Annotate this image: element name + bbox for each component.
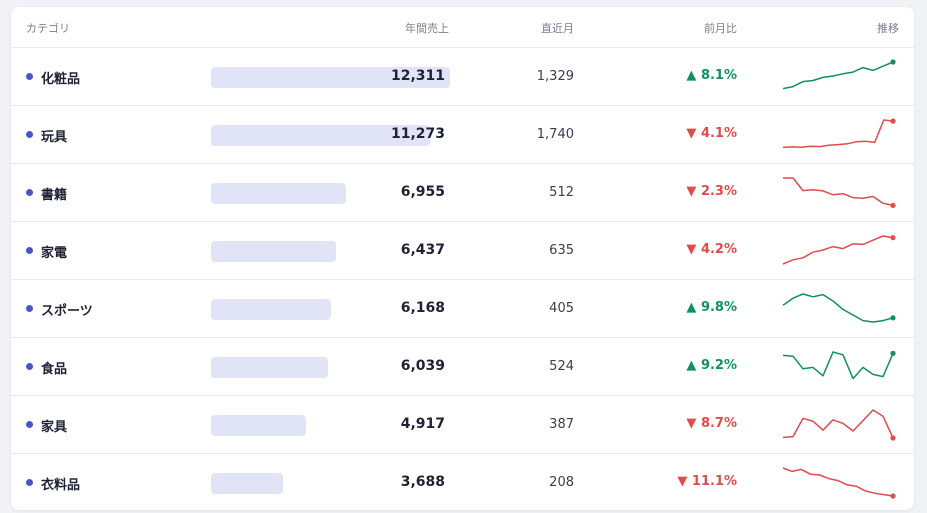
category-name: 家電 [41,246,68,261]
month-over-month-value: ▼ 4.2% [686,242,737,257]
sparkline-endpoint [890,59,896,65]
category-dot [26,479,33,486]
header-recent-month[interactable]: 直近月 [541,20,574,36]
annual-sales-value: 6,955 [400,184,445,200]
recent-month-value: 1,329 [536,69,574,84]
recent-month-value: 208 [549,475,574,490]
trend-sparkline [783,177,896,209]
recent-month-value: 387 [549,417,574,432]
sparkline-path [782,61,894,90]
month-over-month-value: ▼ 2.3% [686,184,737,199]
trend-sparkline [782,467,896,499]
sparkline-endpoint [890,435,896,441]
trend-sparkline [782,350,896,380]
trend-sparkline [782,235,896,265]
recent-month-value: 405 [549,301,574,316]
sparkline-path [782,119,894,149]
annual-sales-value: 6,437 [400,242,445,258]
sparkline-path [782,235,894,265]
category-dot [26,131,33,138]
table-header: カテゴリ 年間売上 直近月 前月比 推移 [11,7,914,48]
annual-sales-bar [211,473,283,494]
recent-month-value: 524 [549,359,574,374]
annual-sales-bar [211,415,306,436]
annual-sales-value: 3,688 [400,474,445,490]
table-row[interactable]: 家具 4,917 387 ▼ 8.7% [11,396,914,454]
sparkline-endpoint [890,202,896,209]
category-dot [26,305,33,312]
month-over-month-value: ▼ 4.1% [686,126,737,141]
category-dot [26,421,33,428]
category-dot [26,189,33,196]
sparkline-endpoint [890,350,896,356]
annual-sales-value: 11,273 [390,126,445,142]
annual-sales-bar [211,299,331,320]
sparkline-endpoint [890,315,896,321]
table-row[interactable]: 書籍 6,955 512 ▼ 2.3% [11,164,914,222]
sparkline-endpoint [890,118,896,124]
sparkline-path [783,177,894,207]
category-name: 食品 [41,362,68,377]
category-dot [26,247,33,254]
category-name: 書籍 [41,188,68,203]
annual-sales-bar [211,357,328,378]
sparkline-path [782,351,894,380]
month-over-month-value: ▼ 8.7% [686,416,737,431]
recent-month-value: 512 [549,185,574,200]
category-name: 玩具 [41,130,68,145]
table-row[interactable]: 玩具 11,273 1,740 ▼ 4.1% [11,106,914,164]
annual-sales-bar [211,183,346,204]
header-trend[interactable]: 推移 [877,20,899,36]
recent-month-value: 635 [549,243,574,258]
month-over-month-value: ▲ 9.8% [686,300,737,315]
category-dot [26,73,33,80]
annual-sales-value: 12,311 [390,68,445,84]
category-name: 化粧品 [41,72,81,87]
annual-sales-value: 4,917 [400,416,445,432]
trend-sparkline [782,409,896,441]
annual-sales-bar [211,241,336,262]
category-name: 衣料品 [41,478,81,493]
annual-sales-value: 6,168 [400,300,445,316]
table-body: 化粧品 12,311 1,329 ▲ 8.1% 玩具 11,273 1,740 ▼ 4.1% 書… [11,48,914,510]
annual-sales-value: 6,039 [400,358,445,374]
month-over-month-value: ▲ 9.2% [686,358,737,373]
trend-sparkline [782,293,896,323]
category-dot [26,363,33,370]
sparkline-endpoint [890,235,896,241]
trend-sparkline [782,59,896,90]
table-row[interactable]: 家電 6,437 635 ▼ 4.2% [11,222,914,280]
header-annual-sales[interactable]: 年間売上 [405,20,449,36]
header-month-over-month[interactable]: 前月比 [704,20,737,36]
recent-month-value: 1,740 [536,127,574,142]
sparkline-endpoint [890,493,896,499]
trend-sparkline [782,118,896,149]
table-row[interactable]: 衣料品 3,688 208 ▼ 11.1% [11,454,914,510]
month-over-month-value: ▲ 8.1% [686,68,737,83]
header-category[interactable]: カテゴリ [26,20,70,36]
sales-table-card: カテゴリ 年間売上 直近月 前月比 推移 化粧品 12,311 1,329 ▲ 8.1… [11,7,914,510]
sparkline-path [782,409,894,439]
table-row[interactable]: 化粧品 12,311 1,329 ▲ 8.1% [11,48,914,106]
table-row[interactable]: スポーツ 6,168 405 ▲ 9.8% [11,280,914,338]
table-row[interactable]: 食品 6,039 524 ▲ 9.2% [11,338,914,396]
sparkline-path [782,293,894,323]
category-name: 家具 [41,420,68,435]
month-over-month-value: ▼ 11.1% [677,474,737,489]
category-name: スポーツ [41,304,93,319]
sparkline-path [782,467,894,497]
